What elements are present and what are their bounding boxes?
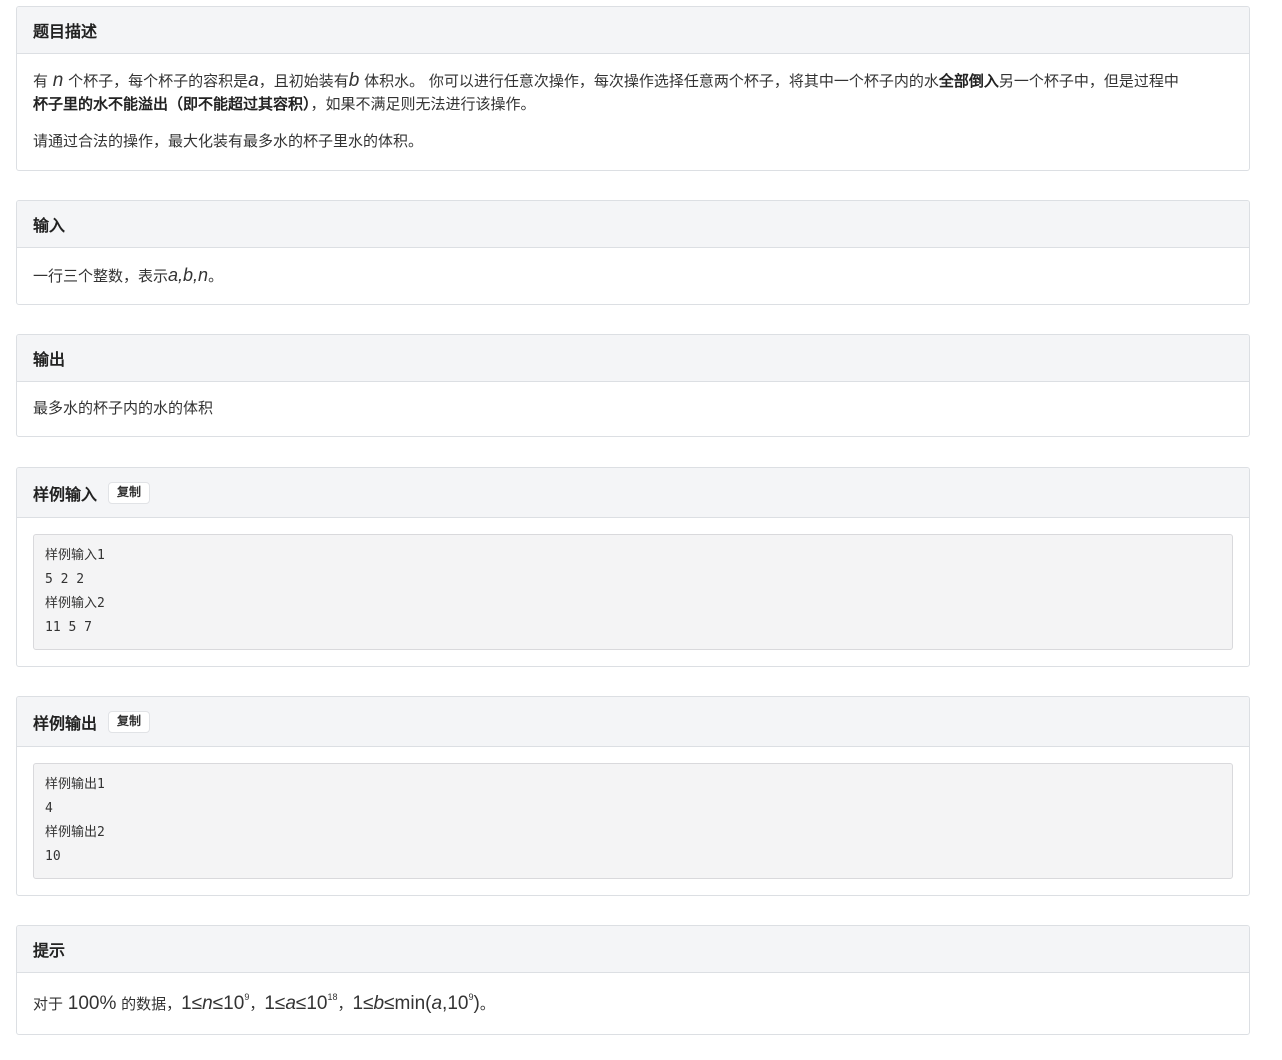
- sample-output-header: 样例输出 复制: [17, 697, 1249, 747]
- code-line: 11 5 7: [45, 620, 92, 635]
- constraint-n: 1≤n≤109: [181, 993, 249, 1015]
- math: 1≤: [181, 993, 203, 1014]
- text: 。: [208, 267, 224, 285]
- output-header: 输出: [17, 335, 1249, 382]
- input-title: 输入: [33, 216, 66, 235]
- sample-output-body: 样例输出1 4 样例输出2 10: [17, 763, 1249, 879]
- math-var: n: [202, 993, 213, 1014]
- code-line: 5 2 2: [45, 572, 85, 587]
- text: 个杯子，每个杯子的容积是: [63, 72, 249, 90]
- code-line: 4: [45, 801, 53, 816]
- math-var: a: [431, 993, 443, 1014]
- hint-panel: 提示 对于 100% 的数据，1≤n≤109，1≤a≤1018，1≤b≤min(…: [16, 925, 1250, 1035]
- math-var: b: [373, 993, 385, 1014]
- hint-title: 提示: [33, 941, 66, 960]
- text: ，如果不满足则无法进行该操作。: [310, 95, 536, 113]
- sample-input-code: 样例输入1 5 2 2 样例输入2 11 5 7: [33, 534, 1233, 650]
- text: 体积水。 你可以进行任意次操作，每次操作选择任意两个杯子，将其中一个杯子内的水: [359, 72, 939, 90]
- description-paragraph-2: 请通过合法的操作，最大化装有最多水的杯子里水的体积。: [33, 132, 424, 150]
- math: ≤10: [295, 993, 328, 1014]
- code-line: 样例输出1: [45, 777, 105, 792]
- math-vars: a,b,n: [168, 265, 209, 285]
- output-body: 最多水的杯子内的水的体积: [17, 382, 1249, 420]
- text: 有: [33, 72, 53, 90]
- input-body: 一行三个整数，表示a,b,n。: [17, 248, 1249, 288]
- text: 对于: [33, 995, 68, 1013]
- description-panel: 题目描述 有 n 个杯子，每个杯子的容积是a，且初始装有b 体积水。 你可以进行…: [16, 6, 1250, 171]
- math-var-b: b: [348, 70, 360, 91]
- description-body: 有 n 个杯子，每个杯子的容积是a，且初始装有b 体积水。 你可以进行任意次操作…: [17, 54, 1249, 153]
- exponent: 18: [327, 992, 338, 1002]
- code-line: 样例输出2: [45, 825, 105, 840]
- constraint-a: 1≤a≤1018: [264, 992, 338, 1015]
- code-line: 样例输入1: [45, 548, 105, 563]
- sample-output-code: 样例输出1 4 样例输出2 10: [33, 763, 1233, 879]
- bold-text: 杯子里的水不能溢出（即不能超过其容积）: [33, 95, 311, 113]
- sample-input-title: 样例输入: [33, 484, 98, 504]
- description-title: 题目描述: [33, 22, 98, 41]
- text: 一行三个整数，表示: [33, 267, 169, 285]
- sample-input-header: 样例输入 复制: [17, 468, 1249, 518]
- sample-input-panel: 样例输入 复制 样例输入1 5 2 2 样例输入2 11 5 7: [16, 467, 1250, 667]
- input-header: 输入: [17, 201, 1249, 248]
- math: ≤min(: [384, 993, 432, 1014]
- math: 1≤: [264, 993, 286, 1014]
- output-panel: 输出 最多水的杯子内的水的体积: [16, 334, 1250, 437]
- text: ，: [249, 995, 265, 1013]
- sample-input-body: 样例输入1 5 2 2 样例输入2 11 5 7: [17, 534, 1249, 650]
- copy-sample-output-button[interactable]: 复制: [108, 710, 151, 733]
- sample-output-title: 样例输出: [33, 713, 98, 733]
- math-var: a: [285, 993, 296, 1014]
- bold-text: 全部倒入: [938, 72, 999, 90]
- copy-sample-input-button[interactable]: 复制: [108, 481, 151, 504]
- sample-output-panel: 样例输出 复制 样例输出1 4 样例输出2 10: [16, 696, 1250, 896]
- constraint-b: 1≤b≤min(a,109): [352, 993, 480, 1015]
- text: 的数据，: [116, 995, 182, 1013]
- output-text: 最多水的杯子内的水的体积: [33, 399, 214, 417]
- code-line: 样例输入2: [45, 596, 105, 611]
- output-title: 输出: [33, 350, 66, 369]
- math: 1≤: [352, 993, 374, 1014]
- code-line: 10: [45, 849, 61, 864]
- math: ≤10: [212, 993, 245, 1014]
- math-var-a: a: [248, 70, 259, 91]
- hint-header: 提示: [17, 926, 1249, 973]
- math-var-n: n: [52, 70, 64, 91]
- math-percent: 100%: [67, 993, 117, 1014]
- input-panel: 输入 一行三个整数，表示a,b,n。: [16, 200, 1250, 305]
- description-header: 题目描述: [17, 7, 1249, 54]
- hint-body: 对于 100% 的数据，1≤n≤109，1≤a≤1018，1≤b≤min(a,1…: [17, 973, 1249, 1017]
- text: ，: [337, 995, 353, 1013]
- text: 。: [479, 995, 495, 1013]
- description-paragraph-1: 有 n 个杯子，每个杯子的容积是a，且初始装有b 体积水。 你可以进行任意次操作…: [33, 69, 1233, 116]
- text: 另一个杯子中，但是过程中: [998, 72, 1179, 90]
- text: ，且初始装有: [258, 72, 349, 90]
- math: ,10: [442, 993, 469, 1014]
